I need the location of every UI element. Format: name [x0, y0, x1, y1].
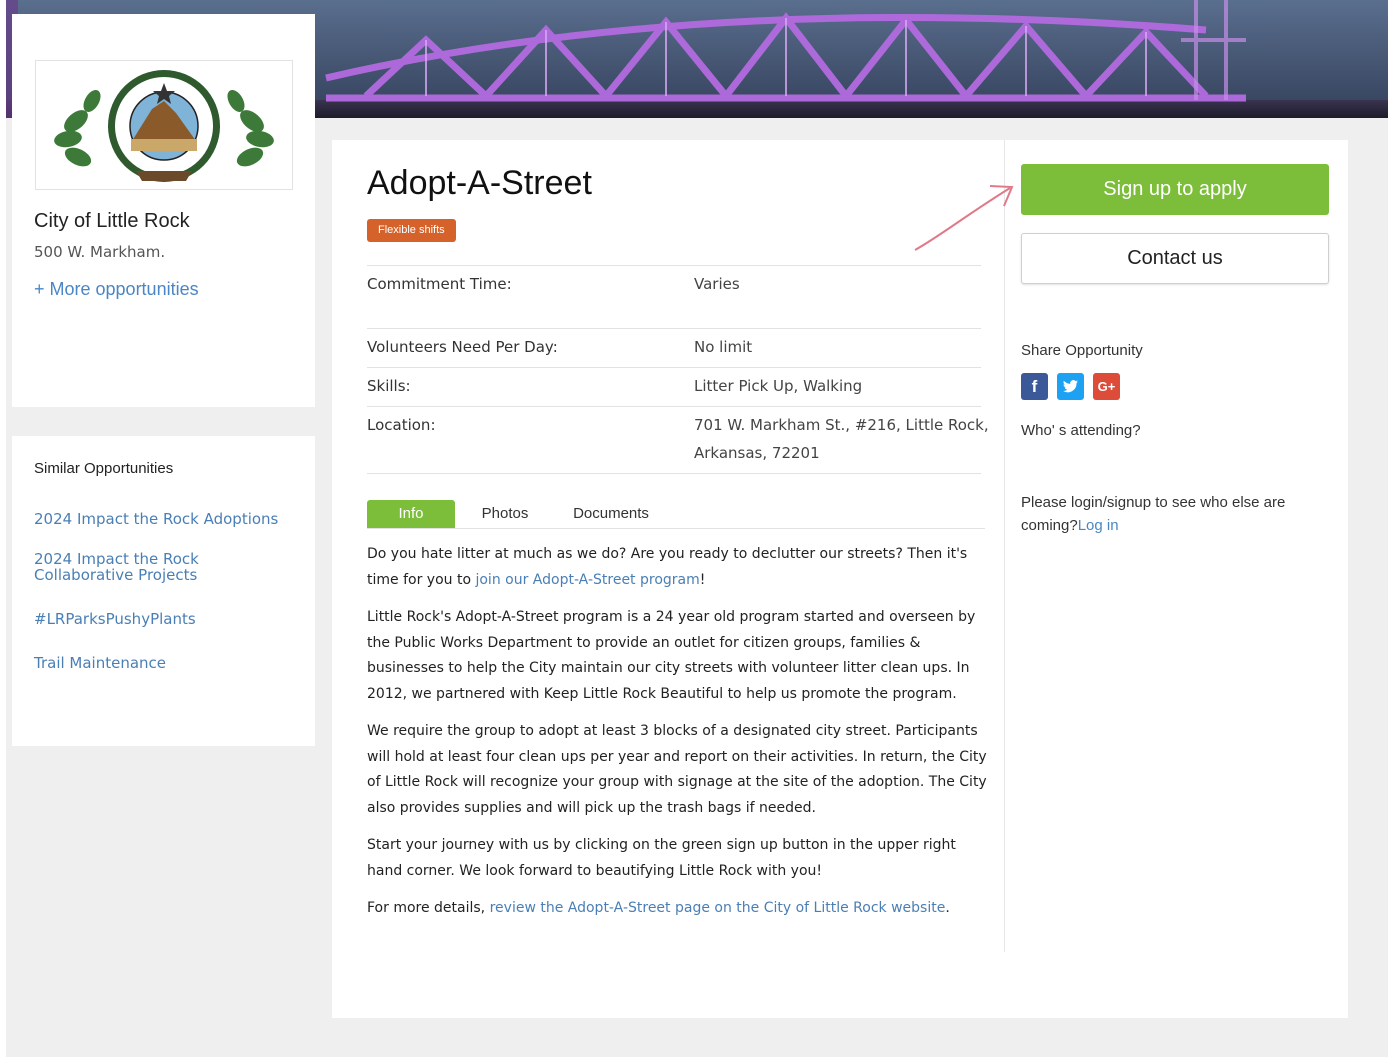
login-prompt: Please login/signup to see who else are …: [1021, 494, 1286, 534]
similar-link-trail-maintenance[interactable]: Trail Maintenance: [34, 655, 294, 671]
city-seal-icon: [54, 70, 274, 182]
detail-row-location: Location: 701 W. Markham St., #216, Litt…: [367, 406, 989, 474]
whos-attending-label: Who' s attending?: [1021, 422, 1141, 439]
opportunity-description: Do you hate litter at much as we do? Are…: [367, 542, 987, 934]
similar-opportunities-card: Similar Opportunities 2024 Impact the Ro…: [12, 436, 315, 746]
detail-label: Commitment Time:: [367, 275, 512, 293]
description-paragraph: We require the group to adopt at least 3…: [367, 723, 987, 816]
contact-us-button[interactable]: Contact us: [1021, 233, 1329, 284]
organization-name: City of Little Rock: [34, 210, 190, 232]
detail-row-commitment: Commitment Time: Varies: [367, 265, 981, 328]
detail-value: No limit: [694, 338, 753, 356]
facebook-icon[interactable]: f: [1021, 373, 1048, 400]
description-paragraph: Do you hate litter at much as we do? Are…: [367, 546, 968, 588]
description-paragraph: For more details, review the Adopt-A-Str…: [367, 900, 950, 916]
detail-value: 701 W. Markham St., #216, Little Rock, A…: [694, 416, 989, 462]
column-divider: [1004, 140, 1005, 952]
twitter-icon[interactable]: [1057, 373, 1084, 400]
flexible-shifts-badge: Flexible shifts: [367, 219, 456, 242]
detail-label: Volunteers Need Per Day:: [367, 338, 558, 356]
similar-link-lr-parks-pushy-plants[interactable]: #LRParksPushyPlants: [34, 611, 294, 627]
share-opportunity-title: Share Opportunity: [1021, 342, 1143, 359]
opportunity-tabs: Info Photos Documents: [367, 500, 985, 529]
similar-opportunities-title: Similar Opportunities: [34, 460, 174, 477]
log-in-link[interactable]: Log in: [1078, 517, 1119, 534]
description-paragraph: Little Rock's Adopt-A-Street program is …: [367, 609, 976, 702]
city-website-link[interactable]: review the Adopt-A-Street page on the Ci…: [490, 900, 946, 916]
sign-up-button[interactable]: Sign up to apply: [1021, 164, 1329, 215]
twitter-bird-icon: [1063, 380, 1078, 393]
organization-logo: [35, 60, 293, 190]
organization-address: 500 W. Markham.: [34, 243, 166, 261]
similar-link-impact-rock-adoptions[interactable]: 2024 Impact the Rock Adoptions: [34, 511, 294, 527]
join-program-link[interactable]: join our Adopt-A-Street program: [475, 572, 699, 588]
similar-link-impact-rock-collaborative[interactable]: 2024 Impact the Rock Collaborative Proje…: [34, 551, 234, 583]
organization-card: City of Little Rock 500 W. Markham. + Mo…: [12, 14, 315, 407]
tab-documents[interactable]: Documents: [563, 500, 659, 528]
detail-label: Skills:: [367, 377, 411, 395]
more-opportunities-link[interactable]: + More opportunities: [34, 279, 199, 300]
detail-row-skills: Skills: Litter Pick Up, Walking: [367, 367, 981, 406]
pointer-arrow-icon: [914, 185, 1014, 251]
opportunity-title: Adopt-A-Street: [367, 164, 592, 202]
detail-value: Litter Pick Up, Walking: [694, 377, 863, 395]
detail-label: Location:: [367, 416, 436, 434]
opportunity-main-card: Adopt-A-Street Flexible shifts Commitmen…: [332, 140, 1348, 1018]
detail-value: Varies: [694, 275, 740, 293]
google-plus-icon[interactable]: G+: [1093, 373, 1120, 400]
tab-info[interactable]: Info: [367, 500, 455, 528]
tab-photos[interactable]: Photos: [467, 500, 543, 528]
detail-row-volunteers: Volunteers Need Per Day: No limit: [367, 328, 981, 367]
description-paragraph: Start your journey with us by clicking o…: [367, 837, 956, 879]
